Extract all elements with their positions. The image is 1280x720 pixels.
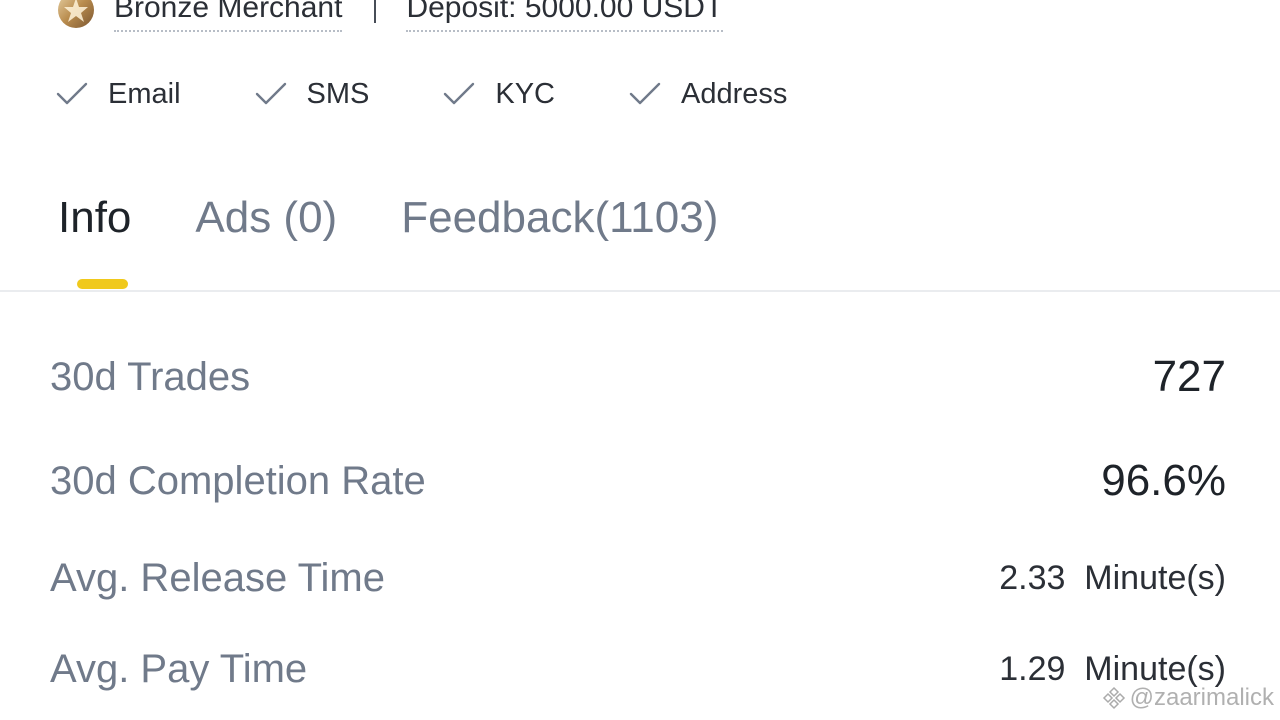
stat-label: 30d Completion Rate [50, 458, 426, 503]
stat-value: 96.6% [1101, 456, 1226, 505]
tab-ads[interactable]: Ads (0) [195, 188, 337, 248]
tab-feedback[interactable]: Feedback(1103) [401, 188, 718, 248]
stat-row-completion-rate: 30d Completion Rate 96.6% [50, 456, 1226, 506]
stat-label: 30d Trades [50, 354, 251, 399]
tab-info[interactable]: Info [58, 188, 131, 248]
stat-value: 2.33 Minute(s) [999, 559, 1226, 597]
header-separator [374, 0, 377, 23]
stat-row-30d-trades: 30d Trades 727 [50, 352, 1226, 402]
check-icon [56, 82, 88, 105]
profile-tabs: Info Ads (0) Feedback(1103) [58, 188, 782, 248]
verification-sms: SMS [253, 76, 370, 112]
verification-email: Email [54, 76, 181, 112]
stat-value: 727 [1152, 352, 1226, 401]
merchant-level[interactable]: Bronze Merchant [114, 0, 343, 32]
verification-list: Email SMS KYC Address [54, 74, 859, 114]
watermark: @zaarimalick [1102, 684, 1274, 712]
merchant-header: Bronze Merchant Deposit: 5000.00 USDT [56, 0, 724, 34]
bronze-badge-icon [58, 0, 94, 28]
verification-label: SMS [306, 77, 370, 110]
check-icon [444, 82, 475, 105]
merchant-profile-page: Bronze Merchant Deposit: 5000.00 USDT Em… [0, 0, 1280, 720]
verification-address: Address [627, 76, 787, 112]
deposit-amount[interactable]: Deposit: 5000.00 USDT [406, 0, 724, 32]
verification-label: KYC [495, 77, 555, 110]
check-icon [629, 82, 661, 105]
watermark-text: @zaarimalick [1129, 684, 1274, 711]
brand-logo-icon [1102, 686, 1125, 710]
verification-label: Email [108, 77, 181, 110]
stat-label: Avg. Pay Time [50, 647, 308, 691]
stat-row-avg-release-time: Avg. Release Time 2.33 Minute(s) [50, 556, 1226, 601]
verification-label: Address [681, 77, 788, 110]
check-icon [255, 82, 286, 105]
stat-row-avg-pay-time: Avg. Pay Time 1.29 Minute(s) [50, 647, 1226, 692]
active-tab-indicator [77, 279, 128, 289]
tabs-divider [0, 290, 1280, 292]
verification-kyc: KYC [441, 76, 555, 112]
stat-label: Avg. Release Time [50, 556, 385, 600]
